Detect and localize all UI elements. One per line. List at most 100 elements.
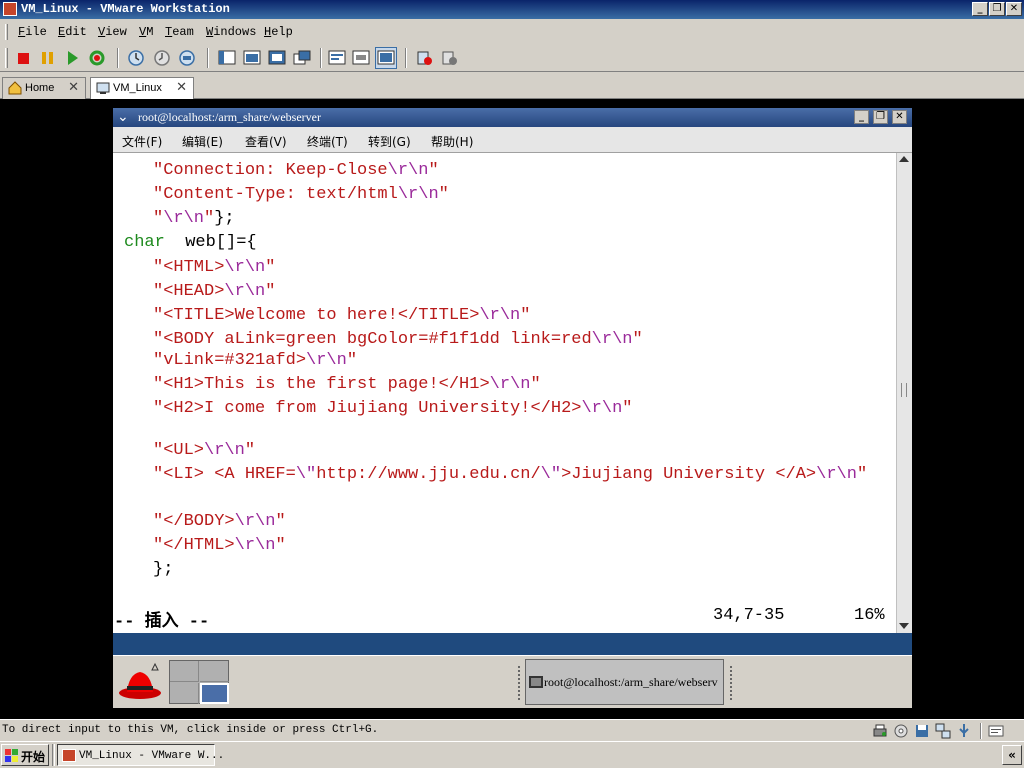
code-escape: \r\n — [224, 282, 266, 301]
code-string: " — [275, 512, 286, 531]
code-line: "</HTML>\r\n" — [153, 536, 286, 555]
code-line: "<H2>I come from Jiujiang University!</H… — [153, 399, 633, 418]
guest-minimize-button[interactable]: _ — [854, 110, 869, 124]
code-line: "<HEAD>\r\n" — [153, 282, 275, 301]
code-string: " — [346, 351, 358, 370]
cdrom-icon[interactable] — [893, 723, 909, 739]
code-string: " — [856, 465, 868, 484]
summary-view-icon[interactable] — [326, 47, 348, 69]
menu-file[interactable]: File — [18, 25, 47, 39]
terminal-text-area[interactable]: "Connection: Keep-Close\r\n" "Content-Typ… — [113, 153, 896, 633]
minimize-button[interactable]: _ — [972, 2, 988, 16]
code-string: " — [265, 258, 276, 277]
menu-windows[interactable]: Windows — [206, 25, 256, 39]
toolbar-grip — [5, 48, 8, 68]
code-escape: \r\n — [479, 306, 521, 325]
tray-expand-icon[interactable]: « — [1002, 745, 1022, 765]
code-punctuation: }; — [214, 209, 235, 228]
revert-snapshot-icon[interactable] — [151, 47, 173, 69]
code-escape: \r\n — [581, 399, 623, 418]
vm-icon — [96, 82, 110, 94]
menu-edit[interactable]: Edit — [58, 25, 87, 39]
code-string: " — [438, 185, 449, 204]
code-line: "<LI> <A HREF=\"http://www.jju.edu.cn/\"… — [153, 465, 867, 484]
guest-desktop-strip — [113, 633, 912, 655]
window-title: VM_Linux - VMware Workstation — [21, 2, 230, 16]
guest-menu-goto[interactable]: 转到(G) — [368, 133, 411, 150]
windows-taskbar: 开始 VM_Linux - VMware W... « — [0, 741, 1024, 768]
full-screen-icon[interactable] — [266, 47, 288, 69]
code-escape: \r\n — [591, 330, 633, 349]
menu-vm[interactable]: VM — [139, 25, 153, 39]
code-string: "<HEAD> — [153, 282, 225, 301]
printer-icon[interactable] — [872, 723, 888, 739]
stop-icon[interactable] — [12, 47, 34, 69]
disconnect-icon[interactable] — [439, 47, 461, 69]
network-icon[interactable] — [935, 723, 951, 739]
scroll-percent: 16% — [854, 606, 885, 625]
menu-bar: File Edit View VM Team Windows Help — [0, 19, 1024, 44]
code-escape: \r\n — [234, 536, 276, 555]
guest-menu-file[interactable]: 文件(F) — [122, 133, 162, 150]
guest-menu-view[interactable]: 查看(V) — [245, 133, 287, 150]
tab-vm-linux[interactable]: VM_Linux ✕ — [90, 77, 194, 99]
code-escape: \r\n — [397, 185, 439, 204]
guest-maximize-button[interactable]: ❐ — [873, 110, 888, 124]
floppy-icon[interactable] — [914, 723, 930, 739]
guest-menu-edit[interactable]: 编辑(E) — [182, 133, 223, 150]
code-keyword: char — [124, 233, 165, 252]
scroll-thumb[interactable] — [901, 383, 907, 397]
start-button[interactable]: 开始 — [1, 744, 49, 766]
menu-help[interactable]: Help — [264, 25, 293, 39]
workspace-switcher[interactable] — [169, 660, 229, 704]
code-string: " — [622, 399, 633, 418]
code-string: http://www.jju.edu.cn/ — [316, 465, 541, 484]
usb-icon[interactable] — [956, 723, 972, 739]
guest-menu-help[interactable]: 帮助(H) — [431, 133, 473, 150]
tab-home[interactable]: Home ✕ — [2, 77, 86, 99]
tab-home-close-icon[interactable]: ✕ — [68, 80, 79, 95]
guest-taskbar-item[interactable]: root@localhost:/arm_share/webserv — [525, 659, 724, 705]
pause-icon[interactable] — [36, 47, 58, 69]
tab-vm-linux-close-icon[interactable]: ✕ — [176, 80, 187, 95]
panel-grip — [730, 666, 734, 700]
snapshot-manager-icon[interactable] — [176, 47, 198, 69]
connect-icon[interactable] — [414, 47, 436, 69]
code-string: "</BODY> — [153, 512, 235, 531]
code-line: "<HTML>\r\n" — [153, 258, 275, 277]
scroll-down-arrow-icon[interactable] — [899, 623, 909, 629]
menu-view[interactable]: View — [98, 25, 127, 39]
console-view-icon[interactable] — [350, 47, 372, 69]
normal-view-icon[interactable] — [216, 47, 238, 69]
snapshot-icon[interactable] — [125, 47, 147, 69]
close-button[interactable]: ✕ — [1006, 2, 1022, 16]
quick-switch-icon[interactable] — [241, 47, 263, 69]
start-label: 开始 — [21, 750, 46, 764]
message-log-icon[interactable] — [988, 723, 1004, 739]
appliance-view-icon[interactable] — [375, 47, 397, 69]
code-string: "<LI> <A HREF= — [153, 465, 296, 484]
code-escape: \r\n — [387, 161, 429, 180]
unity-icon[interactable] — [291, 47, 313, 69]
vmware-taskbar-icon — [62, 749, 76, 762]
code-string: " — [265, 282, 276, 301]
guest-menu-terminal[interactable]: 终端(T) — [307, 133, 348, 150]
guest-taskbar-item-label: root@localhost:/arm_share/webserv — [544, 675, 718, 689]
code-line: "<TITLE>Welcome to here!</TITLE>\r\n" — [153, 306, 530, 325]
terminal-scrollbar[interactable] — [896, 153, 912, 633]
code-punctuation: web[]={ — [164, 233, 257, 252]
code-escape: \r\n — [163, 209, 205, 228]
code-string: " — [244, 441, 256, 460]
window-menu-chevron-icon[interactable]: ⌄ — [117, 109, 129, 125]
code-line: "Content-Type: text/html\r\n" — [153, 185, 449, 204]
redhat-icon[interactable] — [117, 662, 163, 702]
menu-team[interactable]: Team — [165, 25, 194, 39]
taskbar-item-vmware[interactable]: VM_Linux - VMware W... — [57, 744, 224, 766]
play-icon[interactable] — [62, 47, 84, 69]
home-icon — [8, 81, 22, 95]
reset-icon[interactable] — [86, 47, 108, 69]
editor-mode: -- 插入 -- — [114, 613, 210, 632]
restore-button[interactable]: ❐ — [989, 2, 1005, 16]
guest-close-button[interactable]: ✕ — [892, 110, 907, 124]
scroll-up-arrow-icon[interactable] — [899, 156, 909, 162]
